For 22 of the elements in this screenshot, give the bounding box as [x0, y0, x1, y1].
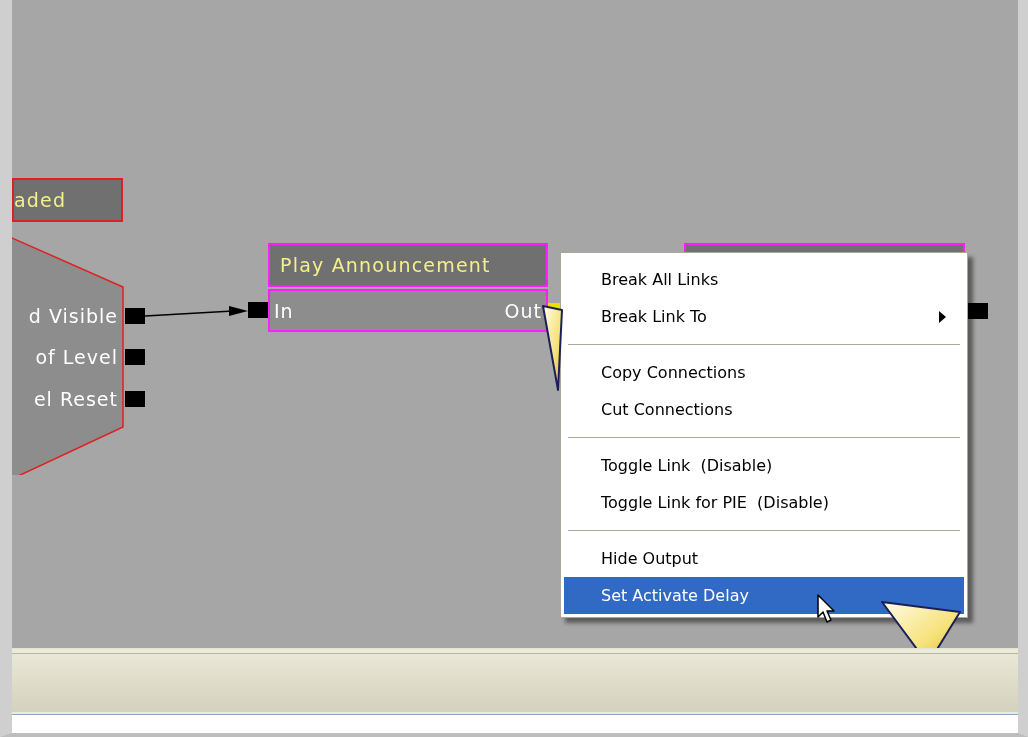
node-title: aded	[12, 178, 123, 222]
pointer-callout-icon	[880, 600, 962, 648]
output-label: of Level	[35, 346, 118, 368]
output-connector[interactable]	[125, 349, 145, 365]
menu-item[interactable]: Set Activate Delay	[564, 577, 964, 614]
output-label: d Visible	[28, 305, 118, 327]
menu-item[interactable]: Break Link To	[564, 298, 964, 335]
menu-item[interactable]: Copy Connections	[564, 354, 964, 391]
input-connector[interactable]	[248, 302, 268, 318]
menu-item[interactable]: Toggle Link (Disable)	[564, 447, 964, 484]
menu-item[interactable]: Break All Links	[564, 261, 964, 298]
output-connector[interactable]	[968, 303, 988, 319]
output-connector[interactable]	[125, 308, 145, 324]
node-title: Play Announcement	[268, 243, 548, 287]
menu-item[interactable]: Toggle Link for PIE (Disable)	[564, 484, 964, 521]
menu-item[interactable]: Cut Connections	[564, 391, 964, 428]
output-label: Out	[504, 299, 542, 322]
output-connector[interactable]	[125, 391, 145, 407]
input-label: In	[274, 299, 294, 322]
output-label: el Reset	[33, 388, 118, 410]
pointer-callout-icon	[541, 304, 564, 392]
menu-item[interactable]: Hide Output	[564, 540, 964, 577]
